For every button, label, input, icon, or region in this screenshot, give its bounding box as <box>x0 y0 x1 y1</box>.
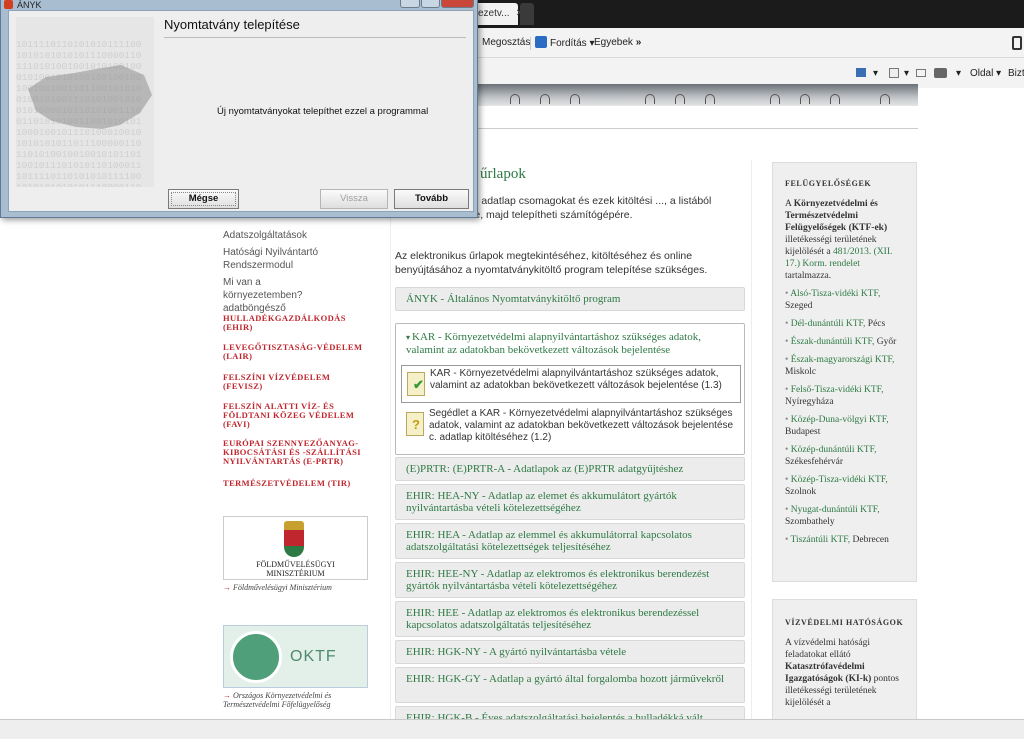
new-tab-button[interactable] <box>520 3 534 25</box>
nav-item-eprtr[interactable]: EURÓPAI SZENNYEZŐANYAG-KIBOCSÁTÁSI ÉS -S… <box>223 439 363 466</box>
inspectorates-box: FELÜGYELŐSÉGEK A Környezetvédelmi és Ter… <box>772 162 917 582</box>
download-kar-form[interactable]: ✔ KAR - Környezetvédelmi alapnyilvántart… <box>401 365 741 403</box>
oktf-logo-text: OKTF <box>290 648 337 665</box>
feed-icon[interactable] <box>889 68 899 78</box>
translate-label: Fordítás <box>550 38 587 49</box>
accordion-hgk-ny[interactable]: EHIR: HGK-NY - A gyártó nyilvántartásba … <box>395 640 745 664</box>
nav-item-fevisz[interactable]: FELSZÍNI VÍZVÉDELEM (FEVISZ) <box>223 373 343 391</box>
heading-divider <box>164 37 466 38</box>
nav-item-favi[interactable]: FELSZÍN ALATTI VÍZ- ÉS FÖLDTANI KÖZEG VÉ… <box>223 402 355 429</box>
page-menu[interactable]: Oldal ▾ <box>970 68 1001 79</box>
inspectorates-heading: FELÜGYELŐSÉGEK <box>785 179 872 188</box>
lock-icon[interactable] <box>1012 36 1022 50</box>
office-item[interactable]: • Közép-dunántúli KTF, Székesfehérvár <box>785 444 904 468</box>
oktf-logo[interactable]: OKTF <box>223 625 368 688</box>
office-item[interactable]: • Alsó-Tisza-vidéki KTF, Szeged <box>785 288 904 312</box>
nav-item-kornyezetem[interactable]: Mi van a környezetemben? adatböngésző <box>223 276 343 315</box>
download-kar-guide-label: Segédlet a KAR - Környezetvédelmi alapny… <box>429 408 734 443</box>
water-authorities-box: VÍZVÉDELMI HATÓSÁGOK A vízvédelmi hatósá… <box>772 599 917 724</box>
page-title: űrlapok <box>480 166 526 182</box>
office-list: • Alsó-Tisza-vidéki KTF, Szeged • Dél-dun… <box>785 288 904 546</box>
office-item[interactable]: • Dél-dunántúli KTF, Pécs <box>785 318 904 330</box>
dialog-message: Új nyomtatványokat telepíthet ezzel a pr… <box>217 106 429 117</box>
form-check-icon: ✔ <box>407 372 425 396</box>
binary-map-image: 1011110110101010111100 10101010101011100… <box>16 17 154 187</box>
translate-button[interactable]: Fordítás ▾ <box>535 36 595 49</box>
header-divider <box>470 128 918 129</box>
page-menu-label: Oldal <box>970 68 994 79</box>
window-buttons <box>400 0 474 8</box>
inspectorates-intro: A Környezetvédelmi és Természetvédelmi F… <box>785 199 893 281</box>
share-button[interactable]: Megosztás <box>482 37 530 48</box>
nav-item-tir[interactable]: TERMÉSZETVÉDELEM (TIR) <box>223 479 363 488</box>
help-document-icon: ? <box>406 412 424 436</box>
accordion-hea[interactable]: EHIR: HEA - Adatlap az elemmel és akkumu… <box>395 523 745 559</box>
water-authorities-heading: VÍZVÉDELMI HATÓSÁGOK <box>785 618 904 627</box>
nav-item-lair[interactable]: LEVEGŐTISZTASÁG-VÉDELEM (LAIR) <box>223 343 363 361</box>
accordion-hgk-gy[interactable]: EHIR: HGK-GY - Adatlap a gyártó által fo… <box>395 667 745 703</box>
coat-of-arms-icon <box>284 521 304 557</box>
nav-item-adatszolgaltatasok[interactable]: Adatszolgáltatások <box>223 229 307 242</box>
accordion-kar-title: KAR - Környezetvédelmi alapnyilvántartás… <box>406 331 701 356</box>
safety-menu[interactable]: Bizt <box>1008 68 1024 79</box>
download-kar-guide[interactable]: ? Segédlet a KAR - Környezetvédelmi alap… <box>401 406 741 446</box>
header-banner-image <box>470 84 918 106</box>
accordion-anyk[interactable]: ÁNYK - Általános Nyomtatványkitöltő prog… <box>395 287 745 311</box>
dialog-body: 1011110110101010111100 10101010101011100… <box>8 10 474 212</box>
translate-icon <box>535 36 547 48</box>
fm-logo-text: FÖLDMŰVELÉSÜGYI MINISZTÉRIUM <box>256 560 335 578</box>
accordion-kar-expanded: ▾ KAR - Környezetvédelmi alapnyilvántart… <box>395 323 745 455</box>
accordion-kar-header[interactable]: ▾ KAR - Környezetvédelmi alapnyilvántart… <box>406 331 736 356</box>
home-dropdown-icon[interactable]: ▾ <box>873 68 878 79</box>
tab-title: ezetv... <box>478 8 510 19</box>
separator <box>530 37 531 50</box>
other-label: Egyebek <box>594 37 633 48</box>
office-item[interactable]: • Közép-Tisza-vidéki KTF, Szolnok <box>785 474 904 498</box>
accordion-eprtr[interactable]: (E)PRTR: (E)PRTR-A - Adatlapok az (E)PRT… <box>395 457 745 481</box>
cancel-button[interactable]: Mégse <box>168 189 239 209</box>
chevron-double-icon: » <box>635 37 642 48</box>
other-button[interactable]: Egyebek » <box>594 37 641 48</box>
mail-icon[interactable] <box>916 69 926 77</box>
nav-item-ehir[interactable]: HULLADÉKGAZDÁLKODÁS (EHIR) <box>223 314 353 332</box>
water-authorities-text: A vízvédelmi hatósági feladatokat ellátó… <box>785 638 900 708</box>
nav-item-hatosagi[interactable]: Hatósági Nyilvántartó Rendszermodul <box>223 246 323 272</box>
close-window-button[interactable] <box>441 0 474 8</box>
fm-logo[interactable]: FÖLDMŰVELÉSÜGYI MINISZTÉRIUM <box>223 516 368 580</box>
tree-icon <box>230 631 282 683</box>
install-paragraph: Az elektronikus űrlapok megtekintéséhez,… <box>395 250 708 276</box>
office-item[interactable]: • Észak-magyarországi KTF, Miskolc <box>785 354 904 378</box>
office-item[interactable]: • Tiszántúli KTF, Debrecen <box>785 534 904 546</box>
office-item[interactable]: • Észak-dunántúli KTF, Győr <box>785 336 904 348</box>
dialog-heading: Nyomtatvány telepítése <box>164 17 300 32</box>
fm-logo-caption[interactable]: → Földművelésügyi Minisztérium <box>223 583 332 592</box>
office-item[interactable]: • Felső-Tisza-vidéki KTF, Nyíregyháza <box>785 384 904 408</box>
home-icon[interactable] <box>856 68 866 77</box>
oktf-logo-caption[interactable]: → Országos Környezetvédelmi és Természet… <box>223 691 373 709</box>
accordion-hee[interactable]: EHIR: HEE - Adatlap az elektromos és ele… <box>395 601 745 637</box>
minimize-button[interactable] <box>400 0 420 8</box>
office-item[interactable]: • Nyugat-dunántúli KTF, Szombathely <box>785 504 904 528</box>
download-kar-form-label: KAR - Környezetvédelmi alapnyilvántartás… <box>430 368 722 391</box>
print-icon[interactable] <box>934 68 947 78</box>
maximize-button[interactable] <box>421 0 440 8</box>
office-item[interactable]: • Közép-Duna-völgyi KTF, Budapest <box>785 414 904 438</box>
status-bar <box>0 719 1024 739</box>
next-button[interactable]: Tovább <box>394 189 469 209</box>
back-button[interactable]: Vissza <box>320 189 388 209</box>
print-dropdown-icon[interactable]: ▾ <box>956 68 961 79</box>
accordion-hee-ny[interactable]: EHIR: HEE-NY - Adatlap az elektromos és … <box>395 562 745 598</box>
accordion-hea-ny[interactable]: EHIR: HEA-NY - Adatlap az elemet és akku… <box>395 484 745 520</box>
install-dialog-window: ÁNYK 1011110110101010111100 101010101010… <box>0 0 478 218</box>
feed-dropdown-icon[interactable]: ▾ <box>904 68 909 79</box>
